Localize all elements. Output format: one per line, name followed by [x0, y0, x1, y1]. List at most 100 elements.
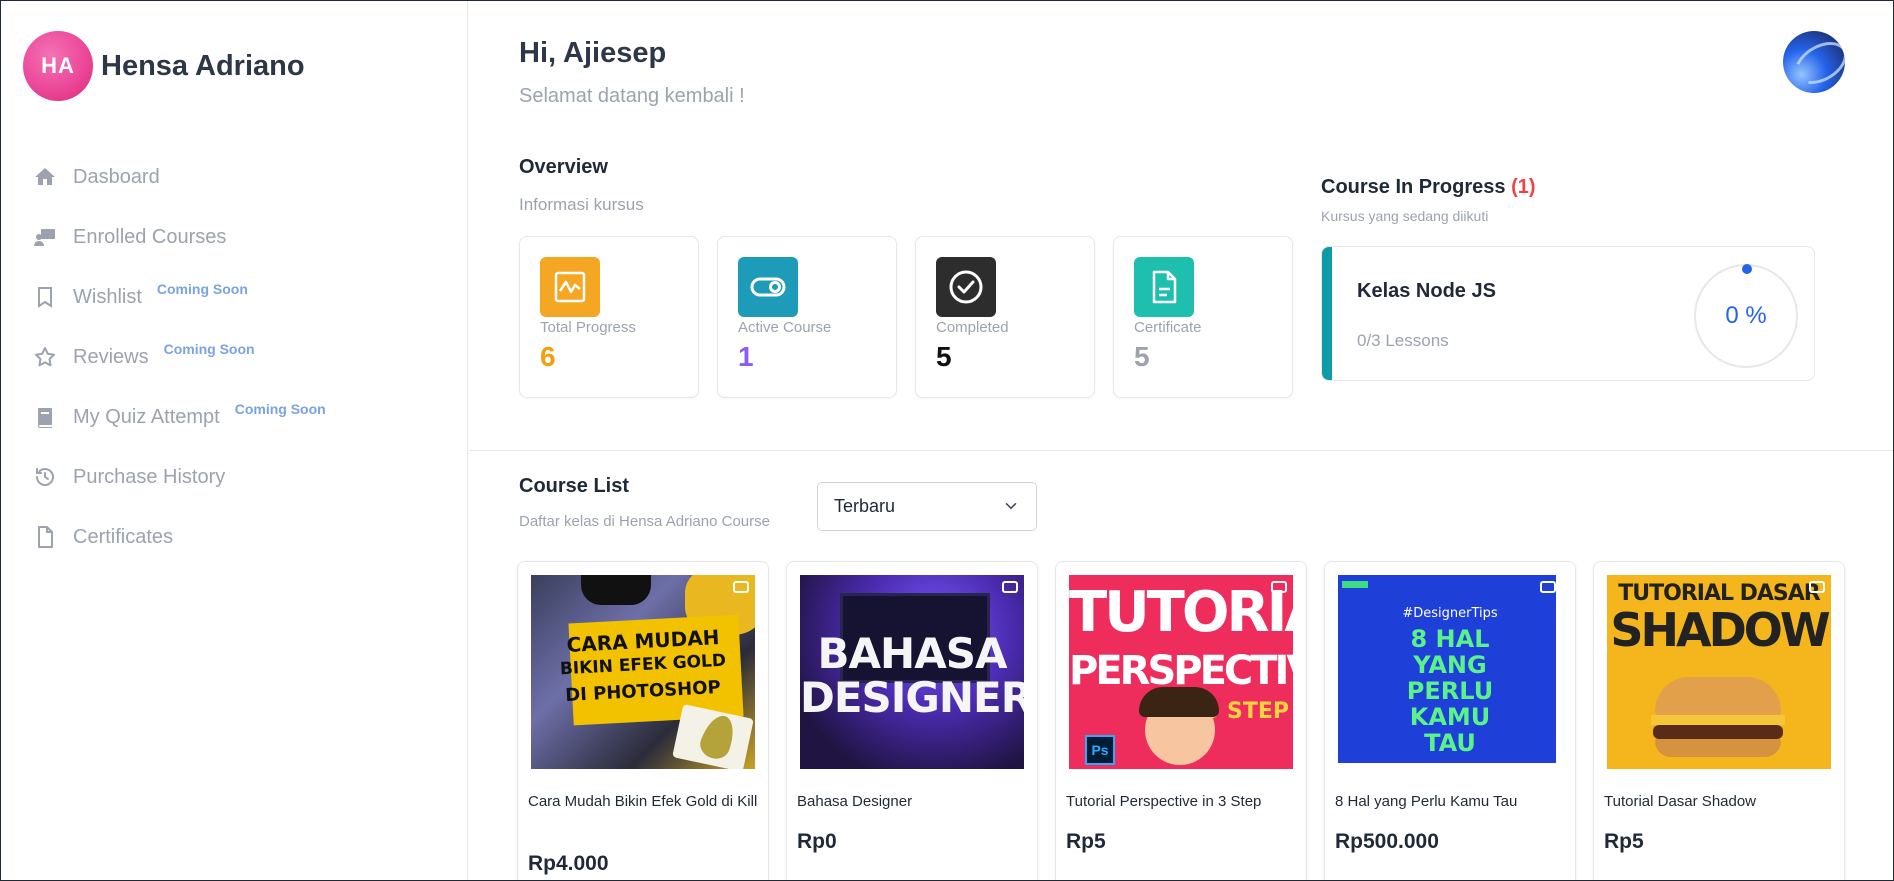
stat-card-active-course: Active Course 1 [717, 236, 897, 398]
course-list-subtitle: Daftar kelas di Hensa Adriano Course [519, 513, 770, 530]
stat-value: 1 [738, 341, 754, 372]
progress-ring: 0 % [1694, 264, 1798, 368]
progress-percent: 0 % [1725, 302, 1767, 329]
sidebar-item-quiz-attempt[interactable]: My Quiz Attempt Coming Soon [31, 387, 326, 447]
thumbnail-text: Ps [1091, 742, 1109, 758]
course-list-title: Course List [519, 475, 630, 497]
app-window: HA Hensa Adriano Dasboard Enrolled Cours… [0, 0, 1894, 881]
in-progress-course-card[interactable]: Kelas Node JS 0/3 Lessons 0 % [1321, 246, 1815, 381]
course-title: Bahasa Designer [797, 793, 913, 810]
sidebar-item-enrolled-courses[interactable]: Enrolled Courses [31, 207, 326, 267]
course-title: Tutorial Perspective in 3 Step [1066, 793, 1262, 810]
book-icon [31, 403, 59, 431]
welcome-text: Selamat datang kembali ! [519, 85, 745, 107]
avatar[interactable] [1783, 31, 1845, 93]
course-price: Rp4.000 [528, 852, 609, 875]
sort-select[interactable]: Terbaru [817, 482, 1037, 531]
sidebar-nav: Dasboard Enrolled Courses Wishlist Comin… [31, 147, 326, 567]
video-icon [1002, 581, 1018, 593]
file-icon [31, 523, 59, 551]
thumbnail-text: YANG [1413, 651, 1487, 679]
course-card[interactable]: TUTORIAL PERSPECTIVE in 3 STEP Ps Tutori… [1055, 561, 1307, 880]
course-thumbnail: TUTORIAL PERSPECTIVE in 3 STEP Ps [1069, 575, 1293, 769]
stat-value: 5 [1134, 341, 1150, 372]
toggle-icon [738, 257, 798, 317]
thumbnail-text: KAMU [1409, 703, 1491, 731]
course-name: Kelas Node JS [1357, 280, 1496, 302]
thumbnail-text: BAHASA [817, 629, 1008, 678]
brand-name: Hensa Adriano [101, 49, 305, 82]
course-title: Cara Mudah Bikin Efek Gold di Kill [528, 793, 758, 810]
check-circle-icon [936, 257, 996, 317]
course-thumbnail: CARA MUDAH BIKIN EFEK GOLD DI PHOTOSHOP [531, 575, 755, 769]
course-thumbnail: TUTORIAL DASAR SHADOW [1607, 575, 1831, 769]
chevron-down-icon [1005, 503, 1017, 510]
sidebar-item-dashboard[interactable]: Dasboard [31, 147, 326, 207]
history-icon [31, 463, 59, 491]
course-card[interactable]: TUTORIAL DASAR SHADOW Tutorial Dasar Sha… [1593, 561, 1845, 880]
brand[interactable]: HA Hensa Adriano [23, 31, 305, 101]
course-card[interactable]: CARA MUDAH BIKIN EFEK GOLD DI PHOTOSHOP … [517, 561, 769, 880]
accent-bar [1322, 247, 1332, 380]
coming-soon-badge: Coming Soon [156, 281, 248, 297]
sidebar-item-label: Dasboard [73, 165, 160, 188]
coming-soon-badge: Coming Soon [234, 401, 326, 417]
course-price: Rp0 [797, 830, 837, 853]
course-card[interactable]: #DesignerTips 8 HAL YANG PERLU KAMU TAU … [1324, 561, 1576, 880]
progress-dot [1742, 264, 1752, 274]
thumbnail-text: #DesignerTips [1402, 606, 1498, 621]
teacher-icon [31, 223, 59, 251]
video-icon [733, 581, 749, 593]
main-content: Hi, Ajiesep Selamat datang kembali ! Ove… [469, 1, 1893, 880]
sidebar-item-label: Certificates [73, 525, 174, 548]
sidebar-item-purchase-history[interactable]: Purchase History [31, 447, 326, 507]
stat-label: Completed [936, 319, 1009, 336]
home-icon [31, 163, 59, 191]
sidebar-item-label: Reviews [73, 345, 149, 368]
stat-label: Total Progress [540, 319, 636, 336]
thumbnail-text: PERLU [1406, 677, 1494, 705]
sidebar-item-label: Enrolled Courses [73, 225, 227, 248]
video-icon [1540, 581, 1556, 593]
stat-card-total-progress: Total Progress 6 [519, 236, 699, 398]
thumbnail-text: PERSPECTIVE [1069, 648, 1293, 694]
sort-select-value: Terbaru [834, 496, 896, 516]
sidebar: HA Hensa Adriano Dasboard Enrolled Cours… [1, 1, 468, 880]
overview-title: Overview [519, 156, 608, 178]
section-divider [469, 450, 1893, 451]
sidebar-item-certificates[interactable]: Certificates [31, 507, 326, 567]
video-icon [1271, 581, 1287, 593]
course-title: 8 Hal yang Perlu Kamu Tau [1335, 793, 1518, 810]
photoshop-icon: Ps [1085, 735, 1115, 765]
course-price: Rp5 [1604, 830, 1644, 853]
sidebar-item-label: My Quiz Attempt [73, 405, 220, 428]
star-icon [31, 343, 59, 371]
greeting: Hi, Ajiesep [519, 37, 667, 69]
stat-card-certificate: Certificate 5 [1113, 236, 1293, 398]
thumbnail-text: DESIGNER [800, 673, 1024, 722]
course-price: Rp500.000 [1335, 830, 1439, 853]
coming-soon-badge: Coming Soon [163, 341, 255, 357]
thumbnail-text: SHADOW [1610, 603, 1830, 657]
lesson-count: 0/3 Lessons [1357, 331, 1449, 350]
stat-label: Certificate [1134, 319, 1202, 336]
overview-subtitle: Informasi kursus [519, 195, 644, 214]
course-card[interactable]: BAHASA DESIGNER Bahasa Designer Rp0 [786, 561, 1038, 880]
sidebar-item-wishlist[interactable]: Wishlist Coming Soon [31, 267, 326, 327]
sidebar-item-reviews[interactable]: Reviews Coming Soon [31, 327, 326, 387]
course-in-progress-title: Course In Progress (1) [1321, 176, 1536, 199]
course-in-progress-label: Course In Progress [1321, 176, 1506, 198]
thumbnail-text: 8 HAL [1410, 625, 1490, 653]
course-thumbnail: #DesignerTips 8 HAL YANG PERLU KAMU TAU [1338, 575, 1562, 769]
course-in-progress-subtitle: Kursus yang sedang diikuti [1321, 208, 1489, 224]
sidebar-item-label: Purchase History [73, 465, 226, 488]
stat-card-completed: Completed 5 [915, 236, 1095, 398]
video-icon [1809, 581, 1825, 593]
stat-label: Active Course [738, 319, 832, 336]
course-price: Rp5 [1066, 830, 1106, 853]
stat-value: 5 [936, 341, 952, 372]
stat-value: 6 [540, 341, 556, 372]
course-thumbnail: BAHASA DESIGNER [800, 575, 1024, 769]
course-in-progress-count: (1) [1511, 176, 1536, 198]
brand-logo: HA [23, 31, 93, 101]
